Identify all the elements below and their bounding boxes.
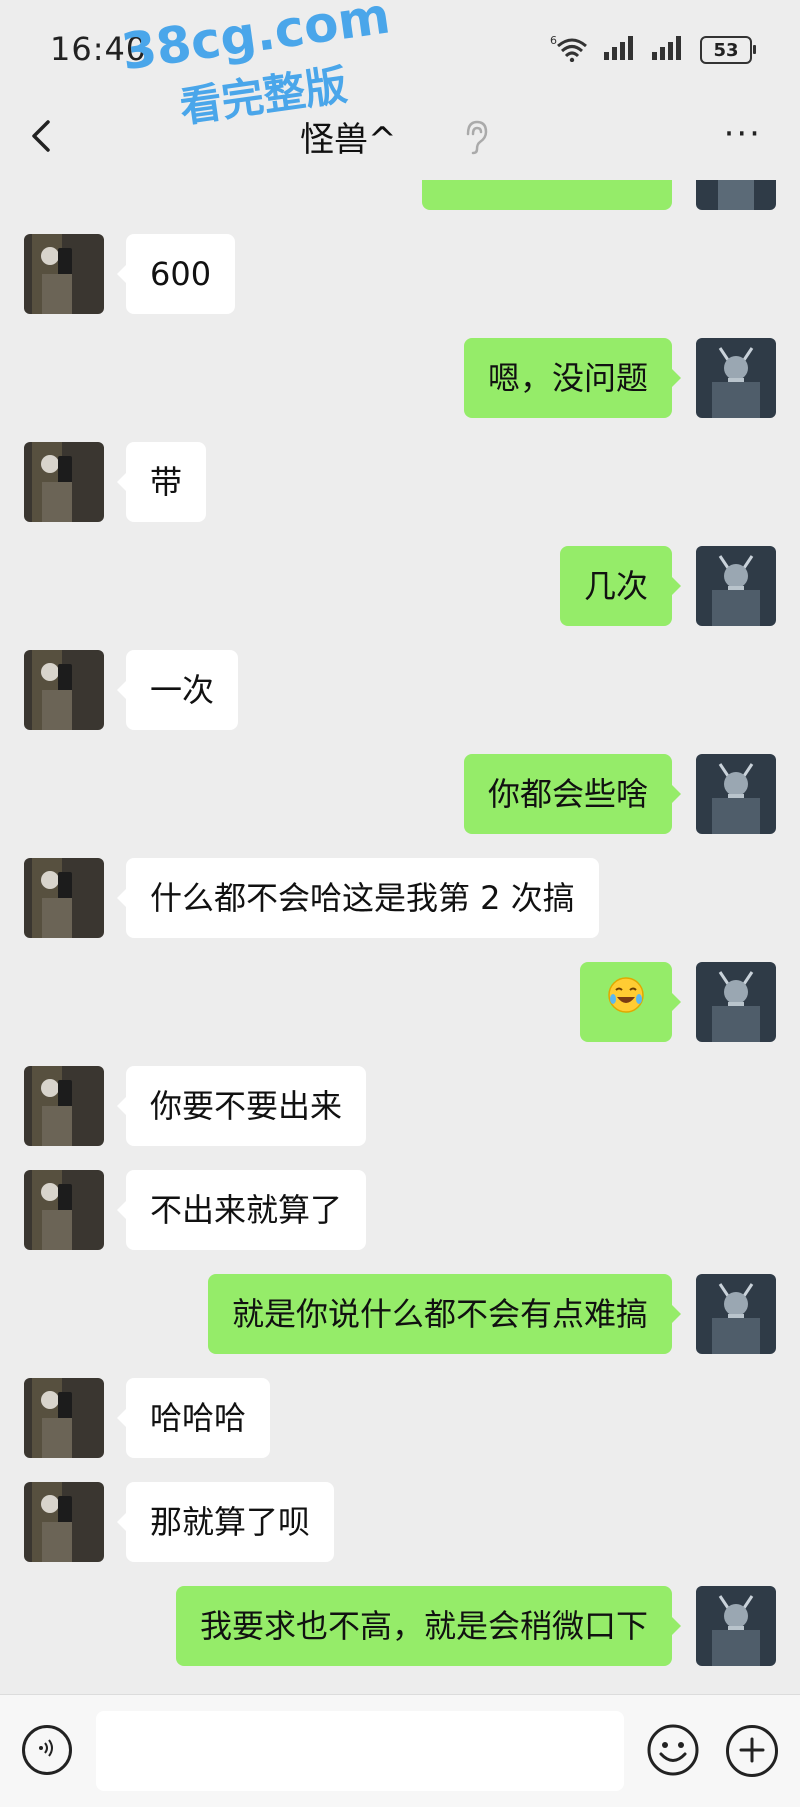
message-bubble-outgoing[interactable]: 你都会些啥 [463,754,682,834]
avatar-contact[interactable] [24,442,104,522]
message-row: 就是你说什么都不会有点难搞 [0,1274,800,1354]
avatar-self[interactable] [696,754,776,834]
avatar-contact[interactable] [24,234,104,314]
message-row: 哈哈哈 [0,1378,800,1458]
plus-icon [738,1732,766,1770]
message-row: 什么都不会哈这是我第 2 次搞 [0,858,800,938]
message-row: 600 [0,234,800,314]
message-row: 我要求也不高，就是会稍微口下 [0,1586,800,1666]
status-icons: 6 53 [550,34,756,66]
avatar-contact[interactable] [24,650,104,730]
avatar-contact[interactable] [24,1378,104,1458]
message-bubble-incoming[interactable]: 带 [116,442,207,522]
avatar-contact[interactable] [24,858,104,938]
message-row: 那就算了呗 [0,1482,800,1562]
voice-icon [35,1736,59,1764]
message-bubble-outgoing[interactable]: 嗯，没问题 [463,338,682,418]
chevron-left-icon [26,120,56,165]
avatar-self[interactable] [696,546,776,626]
message-bubble-incoming[interactable]: 什么都不会哈这是我第 2 次搞 [117,858,599,938]
message-bubble-outgoing[interactable]: 我要求也不高，就是会稍微口下 [175,1586,682,1666]
avatar-contact[interactable] [24,1066,104,1146]
avatar-contact[interactable] [24,1170,104,1250]
laughing-crying-emoji-icon [606,964,646,1044]
emoji-button[interactable] [646,1723,700,1777]
more-actions-button[interactable] [726,1725,778,1777]
avatar-self[interactable] [696,962,776,1042]
avatar-self-partial [696,180,776,210]
avatar-self[interactable] [696,338,776,418]
message-row: 你要不要出来 [0,1066,800,1146]
back-button[interactable] [26,116,56,165]
avatar-self[interactable] [696,1586,776,1666]
message-row: 不出来就算了 [0,1170,800,1250]
signal-icon-2 [652,36,686,64]
message-row: 你都会些啥 [0,754,800,834]
status-bar: 16:40 6 53 [0,0,800,100]
more-options-button[interactable]: ··· [724,114,762,154]
input-bar [0,1694,800,1807]
wifi-icon: 6 [550,34,590,66]
message-bubble-incoming[interactable]: 你要不要出来 [116,1066,367,1146]
voice-input-button[interactable] [22,1725,72,1775]
avatar-self[interactable] [696,1274,776,1354]
message-row [0,962,800,1042]
message-bubble-incoming[interactable]: 一次 [116,650,239,730]
message-row: 带 [0,442,800,522]
battery-indicator: 53 [700,36,756,64]
ear-icon [462,116,490,160]
chat-title: 怪兽^ [300,120,397,160]
message-row: 一次 [0,650,800,730]
message-bubble-outgoing[interactable]: 几次 [559,546,682,626]
message-bubble-incoming[interactable]: 哈哈哈 [116,1378,271,1458]
message-row: 几次 [0,546,800,626]
avatar-contact[interactable] [24,1482,104,1562]
message-input[interactable] [96,1711,624,1791]
message-row: 嗯，没问题 [0,338,800,418]
message-bubble-outgoing[interactable]: 就是你说什么都不会有点难搞 [207,1274,682,1354]
chat-header: 怪兽^ ··· [0,100,800,180]
message-bubble-outgoing[interactable] [580,962,681,1044]
signal-icon [604,36,638,64]
smiley-icon [646,1724,700,1781]
partial-message-bubble [422,180,672,210]
network-type: 6 [550,34,557,47]
message-bubble-incoming[interactable]: 600 [116,234,236,314]
message-bubble-incoming[interactable]: 不出来就算了 [116,1170,367,1250]
message-bubble-incoming[interactable]: 那就算了呗 [116,1482,335,1562]
